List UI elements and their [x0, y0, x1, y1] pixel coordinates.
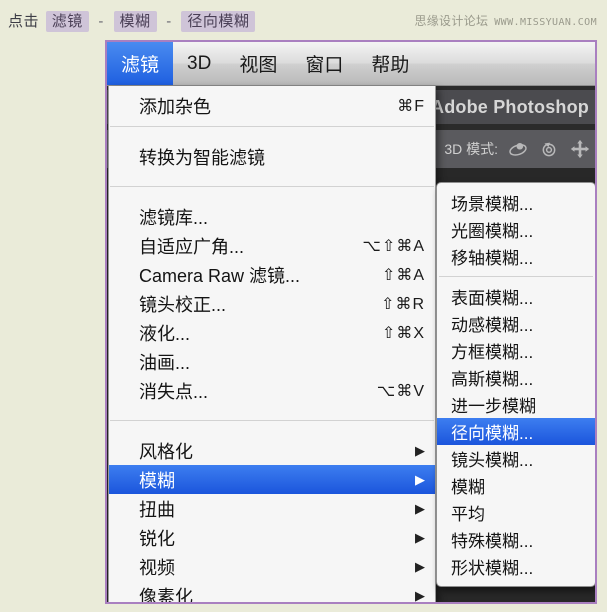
instruction-separator-1: - — [98, 13, 104, 30]
menubar: 滤镜 3D 视图 窗口 帮助 — [107, 42, 595, 86]
instruction-step-radial-blur: 径向模糊 — [181, 11, 256, 32]
menu-item-label: 消失点... — [139, 381, 209, 402]
menu-spacer-4 — [109, 405, 435, 414]
menubar-item-help[interactable]: 帮助 — [357, 42, 423, 85]
menu-item-oil-paint[interactable]: 油画... — [109, 347, 435, 376]
chevron-right-icon: ▶ — [415, 472, 425, 487]
menu-separator-1 — [110, 126, 434, 127]
menu-item-label: 模糊 — [139, 470, 175, 491]
menu-item-label: 液化... — [139, 323, 191, 344]
menu-separator-3 — [110, 420, 434, 421]
menu-item-shortcut: ⇧⌘A — [381, 266, 425, 284]
menu-item-label: 转换为智能滤镜 — [139, 147, 265, 168]
instruction-step-blur: 模糊 — [113, 11, 157, 32]
submenu-item-surface-blur[interactable]: 表面模糊... — [437, 283, 595, 310]
menu-item-shortcut: ⇧⌘R — [381, 295, 425, 313]
menu-item-video[interactable]: 视频 ▶ — [109, 552, 435, 581]
menu-item-label: 锐化 — [139, 528, 175, 549]
3d-pan-icon[interactable] — [569, 138, 591, 160]
menubar-item-filter[interactable]: 滤镜 — [107, 42, 174, 85]
caption-bar: 点击 滤镜 - 模糊 - 径向模糊 思缘设计论坛 WWW.MISSYUAN.COM — [0, 0, 607, 40]
menu-item-label: 油画... — [139, 352, 191, 373]
watermark-site: 思缘设计论坛 — [414, 14, 489, 28]
menu-item-filter-gallery[interactable]: 滤镜库... — [109, 202, 435, 231]
menu-item-blur[interactable]: 模糊 ▶ — [109, 465, 435, 494]
menu-item-label: Camera Raw 滤镜... — [139, 265, 301, 286]
menu-item-label: 镜头校正... — [139, 294, 227, 315]
menu-spacer-5 — [109, 427, 435, 436]
chevron-right-icon: ▶ — [415, 501, 425, 516]
submenu-item-blur-more[interactable]: 进一步模糊 — [437, 391, 595, 418]
options-3d-mode-label: 3D 模式: — [444, 141, 498, 157]
menubar-item-view[interactable]: 视图 — [225, 42, 291, 85]
menu-item-camera-raw-filter[interactable]: Camera Raw 滤镜... ⇧⌘A — [109, 260, 435, 289]
menu-spacer-2 — [109, 171, 435, 180]
menu-item-distort[interactable]: 扭曲 ▶ — [109, 494, 435, 523]
submenu-item-gaussian-blur[interactable]: 高斯模糊... — [437, 364, 595, 391]
menu-item-label: 扭曲 — [139, 499, 175, 520]
menu-item-label: 自适应广角... — [139, 236, 245, 257]
menu-item-shortcut: ⌘F — [397, 97, 425, 115]
menu-item-convert-smart-filter[interactable]: 转换为智能滤镜 — [109, 142, 435, 171]
submenu-item-box-blur[interactable]: 方框模糊... — [437, 337, 595, 364]
menu-item-label: 视频 — [139, 557, 175, 578]
instruction-text: 点击 滤镜 - 模糊 - 径向模糊 — [8, 10, 257, 32]
3d-roll-icon[interactable] — [538, 138, 560, 160]
submenu-item-blur[interactable]: 模糊 — [437, 472, 595, 499]
chevron-right-icon: ▶ — [415, 443, 425, 458]
blur-submenu: 场景模糊... 光圈模糊... 移轴模糊... 表面模糊... 动感模糊... … — [436, 182, 595, 587]
menu-spacer-1 — [109, 133, 435, 142]
instruction-prefix: 点击 — [8, 13, 40, 30]
options-bar-content: 3D 模式: — [444, 130, 591, 168]
menu-item-label: 添加杂色 — [139, 96, 211, 117]
menubar-item-window[interactable]: 窗口 — [291, 42, 357, 85]
menu-item-shortcut: ⌥⇧⌘A — [362, 237, 425, 255]
3d-orbit-icon[interactable] — [507, 138, 529, 160]
watermark: 思缘设计论坛 WWW.MISSYUAN.COM — [414, 12, 597, 29]
menu-item-sharpen[interactable]: 锐化 ▶ — [109, 523, 435, 552]
submenu-item-motion-blur[interactable]: 动感模糊... — [437, 310, 595, 337]
chevron-right-icon: ▶ — [415, 559, 425, 574]
menu-item-shortcut: ⇧⌘X — [381, 324, 425, 342]
chevron-right-icon: ▶ — [415, 588, 425, 603]
submenu-item-smart-blur[interactable]: 特殊模糊... — [437, 526, 595, 553]
menu-item-liquify[interactable]: 液化... ⇧⌘X — [109, 318, 435, 347]
menubar-item-3d[interactable]: 3D — [173, 42, 225, 85]
menu-item-label: 像素化 — [139, 586, 193, 604]
instruction-separator-2: - — [166, 13, 172, 30]
instruction-step-filter: 滤镜 — [45, 11, 89, 32]
menu-item-adaptive-wide-angle[interactable]: 自适应广角... ⌥⇧⌘A — [109, 231, 435, 260]
menu-item-pixelate[interactable]: 像素化 ▶ — [109, 581, 435, 604]
menu-separator-2 — [110, 186, 434, 187]
submenu-separator-1 — [439, 276, 593, 277]
submenu-item-field-blur[interactable]: 场景模糊... — [437, 189, 595, 216]
watermark-url: WWW.MISSYUAN.COM — [494, 17, 597, 28]
submenu-item-tilt-shift[interactable]: 移轴模糊... — [437, 243, 595, 270]
menu-spacer-3 — [109, 193, 435, 202]
submenu-item-lens-blur[interactable]: 镜头模糊... — [437, 445, 595, 472]
menu-item-stylize[interactable]: 风格化 ▶ — [109, 436, 435, 465]
menu-item-add-noise[interactable]: 添加杂色 ⌘F — [109, 91, 435, 120]
menu-item-vanishing-point[interactable]: 消失点... ⌥⌘V — [109, 376, 435, 405]
submenu-item-average[interactable]: 平均 — [437, 499, 595, 526]
menu-item-label: 滤镜库... — [139, 207, 209, 228]
submenu-item-iris-blur[interactable]: 光圈模糊... — [437, 216, 595, 243]
chevron-right-icon: ▶ — [415, 530, 425, 545]
menu-item-lens-correction[interactable]: 镜头校正... ⇧⌘R — [109, 289, 435, 318]
submenu-item-radial-blur[interactable]: 径向模糊... — [437, 418, 595, 445]
menu-item-label: 风格化 — [139, 441, 193, 462]
filter-dropdown-menu: 添加杂色 ⌘F 转换为智能滤镜 滤镜库... 自适应广角... ⌥⇧⌘A Cam… — [108, 86, 436, 604]
submenu-item-shape-blur[interactable]: 形状模糊... — [437, 553, 595, 580]
menu-item-shortcut: ⌥⌘V — [376, 382, 425, 400]
screenshot-frame: Adobe Photoshop 3D 模式: 滤镜 3D 视图 窗口 帮助 添加… — [105, 40, 597, 604]
